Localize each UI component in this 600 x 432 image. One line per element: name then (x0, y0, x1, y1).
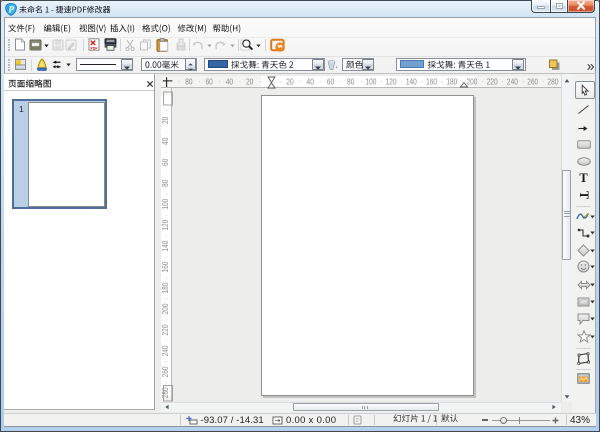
svg-text:20: 20 (246, 77, 253, 87)
svg-text:220: 220 (487, 77, 498, 87)
svg-text:60: 60 (161, 159, 171, 166)
svg-text:20: 20 (286, 77, 293, 87)
svg-text:240: 240 (161, 345, 171, 356)
svg-text:100: 100 (161, 199, 171, 210)
svg-text:160: 160 (161, 262, 171, 273)
svg-text:80: 80 (347, 77, 354, 87)
svg-text:240: 240 (507, 77, 518, 87)
svg-text:260: 260 (161, 366, 171, 377)
svg-text:160: 160 (426, 77, 437, 87)
svg-text:80: 80 (161, 180, 171, 187)
svg-text:260: 260 (527, 77, 538, 87)
svg-text:40: 40 (226, 77, 233, 87)
svg-text:80: 80 (185, 77, 192, 87)
svg-text:140: 140 (161, 241, 171, 252)
svg-text:100: 100 (365, 77, 376, 87)
svg-text:40: 40 (307, 77, 314, 87)
svg-text:140: 140 (406, 77, 417, 87)
svg-text:180: 180 (161, 283, 171, 294)
svg-text:180: 180 (446, 77, 457, 87)
svg-text:280: 280 (547, 77, 558, 87)
svg-text:20: 20 (161, 117, 171, 124)
svg-text:280: 280 (161, 387, 171, 398)
svg-text:120: 120 (386, 77, 397, 87)
svg-text:120: 120 (161, 220, 171, 231)
svg-text:40: 40 (161, 138, 171, 145)
svg-text:60: 60 (205, 77, 212, 87)
svg-text:60: 60 (327, 77, 334, 87)
svg-text:200: 200 (467, 77, 478, 87)
svg-text:200: 200 (161, 304, 171, 315)
svg-text:220: 220 (161, 325, 171, 336)
svg-text:P: P (8, 4, 14, 14)
